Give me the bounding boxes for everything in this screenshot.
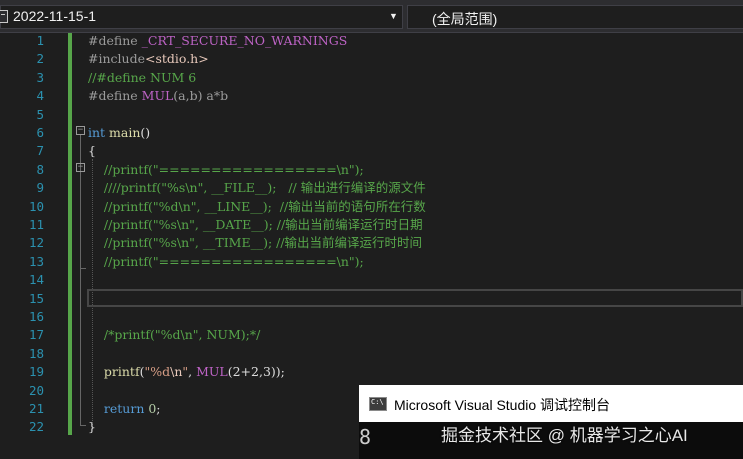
code-token: ; (156, 401, 161, 416)
code-token: \n (170, 364, 183, 380)
code-line[interactable]: //printf("%s\n", __TIME__); //输出当前编译运行时时… (88, 234, 422, 252)
line-number: 5 (36, 106, 44, 122)
code-token: /*printf("%d\n", NUM);*/ (88, 327, 261, 343)
code-line[interactable]: return 0; (88, 400, 161, 418)
code-token: #define (88, 33, 142, 48)
chevron-down-icon[interactable]: ▼ (389, 11, 398, 21)
navigation-bar: 2022-11-15-1 ▼ (全局范围) (0, 0, 743, 33)
code-token: _CRT_SECURE_NO_WARNINGS (141, 33, 348, 48)
code-token: //printf("=================\n"); (88, 253, 364, 269)
project-dropdown[interactable]: 2022-11-15-1 ▼ (0, 5, 403, 29)
line-number: 14 (28, 272, 44, 288)
line-number: 16 (28, 309, 44, 324)
line-number: 13 (28, 253, 44, 269)
code-line[interactable]: ////printf("%s\n", __FILE__); // 输出进行编译的… (88, 179, 426, 197)
code-token: //printf("%d\n", __LINE__); //输出当前的语句所在行… (88, 198, 426, 214)
line-number: 9 (36, 180, 44, 196)
code-token: return (88, 401, 149, 416)
project-icon (0, 10, 8, 23)
code-token: int (88, 125, 110, 140)
code-token: "%d (144, 364, 171, 380)
current-line-highlight (87, 289, 743, 307)
code-line[interactable]: printf("%d\n", MUL(2+2,3)); (88, 363, 285, 381)
line-number: 20 (28, 382, 44, 398)
fold-end (80, 425, 86, 426)
code-token: MUL (141, 88, 174, 104)
line-number: 2 (36, 51, 44, 67)
code-token: #define (88, 88, 142, 104)
code-token: main (109, 125, 141, 140)
line-number: 1 (36, 33, 44, 48)
scope-label: (全局范围) (432, 11, 498, 27)
code-line[interactable]: //printf("=================\n"); (88, 253, 364, 271)
line-number: 15 (28, 290, 44, 306)
code-token: , (188, 364, 197, 380)
code-token: //printf("%s\n", __TIME__); //输出当前编译运行时时… (88, 235, 423, 251)
code-line[interactable]: #include<stdio.h> (88, 50, 209, 68)
line-number: 3 (36, 69, 44, 85)
code-line[interactable]: //printf("%d\n", __LINE__); //输出当前的语句所在行… (88, 198, 426, 216)
code-token: (a,b) a*b (173, 88, 229, 104)
code-token: <stdio.h> (144, 51, 209, 67)
code-line[interactable]: /*printf("%d\n", NUM);*/ (88, 326, 260, 344)
fold-line (80, 172, 81, 268)
fold-end (80, 268, 86, 269)
code-token: } (88, 419, 96, 435)
code-token: (2+2,3)); (227, 364, 285, 380)
code-line[interactable]: //printf("=================\n"); (88, 161, 364, 179)
console-title: Microsoft Visual Studio 调试控制台 (394, 397, 611, 413)
code-token: #include (88, 51, 145, 67)
line-number: 18 (28, 345, 44, 361)
code-token: //printf("%s\n", __DATE__); //输出当前编译运行时日… (88, 217, 423, 232)
code-line[interactable]: #define _CRT_SECURE_NO_WARNINGS (88, 32, 347, 50)
line-number: 12 (28, 235, 44, 251)
line-number: 19 (28, 364, 44, 380)
line-number: 7 (36, 143, 44, 159)
scope-dropdown[interactable]: (全局范围) (407, 5, 743, 29)
console-output: 8 (359, 425, 372, 449)
console-icon (369, 397, 387, 411)
line-number: 11 (28, 217, 44, 232)
code-token: //printf("=================\n"); (88, 161, 364, 177)
line-number: 22 (28, 419, 44, 435)
code-line[interactable]: //printf("%s\n", __DATE__); //输出当前编译运行时日… (88, 216, 423, 234)
code-token: //#define NUM 6 (88, 69, 197, 85)
watermark: 掘金技术社区 @ 机器学习之心AI (441, 426, 688, 445)
code-line[interactable]: //#define NUM 6 (88, 69, 196, 87)
code-token: printf (88, 364, 140, 380)
line-number: 21 (28, 401, 44, 416)
change-indicator-bar (68, 33, 72, 435)
code-token: MUL (196, 364, 228, 380)
code-token: { (88, 143, 96, 159)
line-number: 10 (28, 198, 44, 214)
fold-toggle-icon[interactable]: − (76, 126, 85, 135)
line-number: 17 (28, 327, 44, 343)
code-line[interactable]: int main() (88, 124, 150, 142)
code-line[interactable]: } (88, 418, 96, 436)
code-line[interactable]: { (88, 142, 96, 160)
code-token: () (140, 125, 151, 140)
line-number: 6 (36, 125, 44, 140)
fold-toggle-icon[interactable]: − (76, 163, 85, 172)
line-number: 8 (36, 161, 44, 177)
console-titlebar[interactable]: Microsoft Visual Studio 调试控制台 (359, 385, 743, 422)
code-line[interactable]: #define MUL(a,b) a*b (88, 87, 228, 105)
line-number: 4 (36, 88, 44, 104)
code-token: ////printf("%s\n", __FILE__); // 输出进行编译的… (88, 180, 426, 196)
project-name: 2022-11-15-1 (13, 8, 97, 24)
